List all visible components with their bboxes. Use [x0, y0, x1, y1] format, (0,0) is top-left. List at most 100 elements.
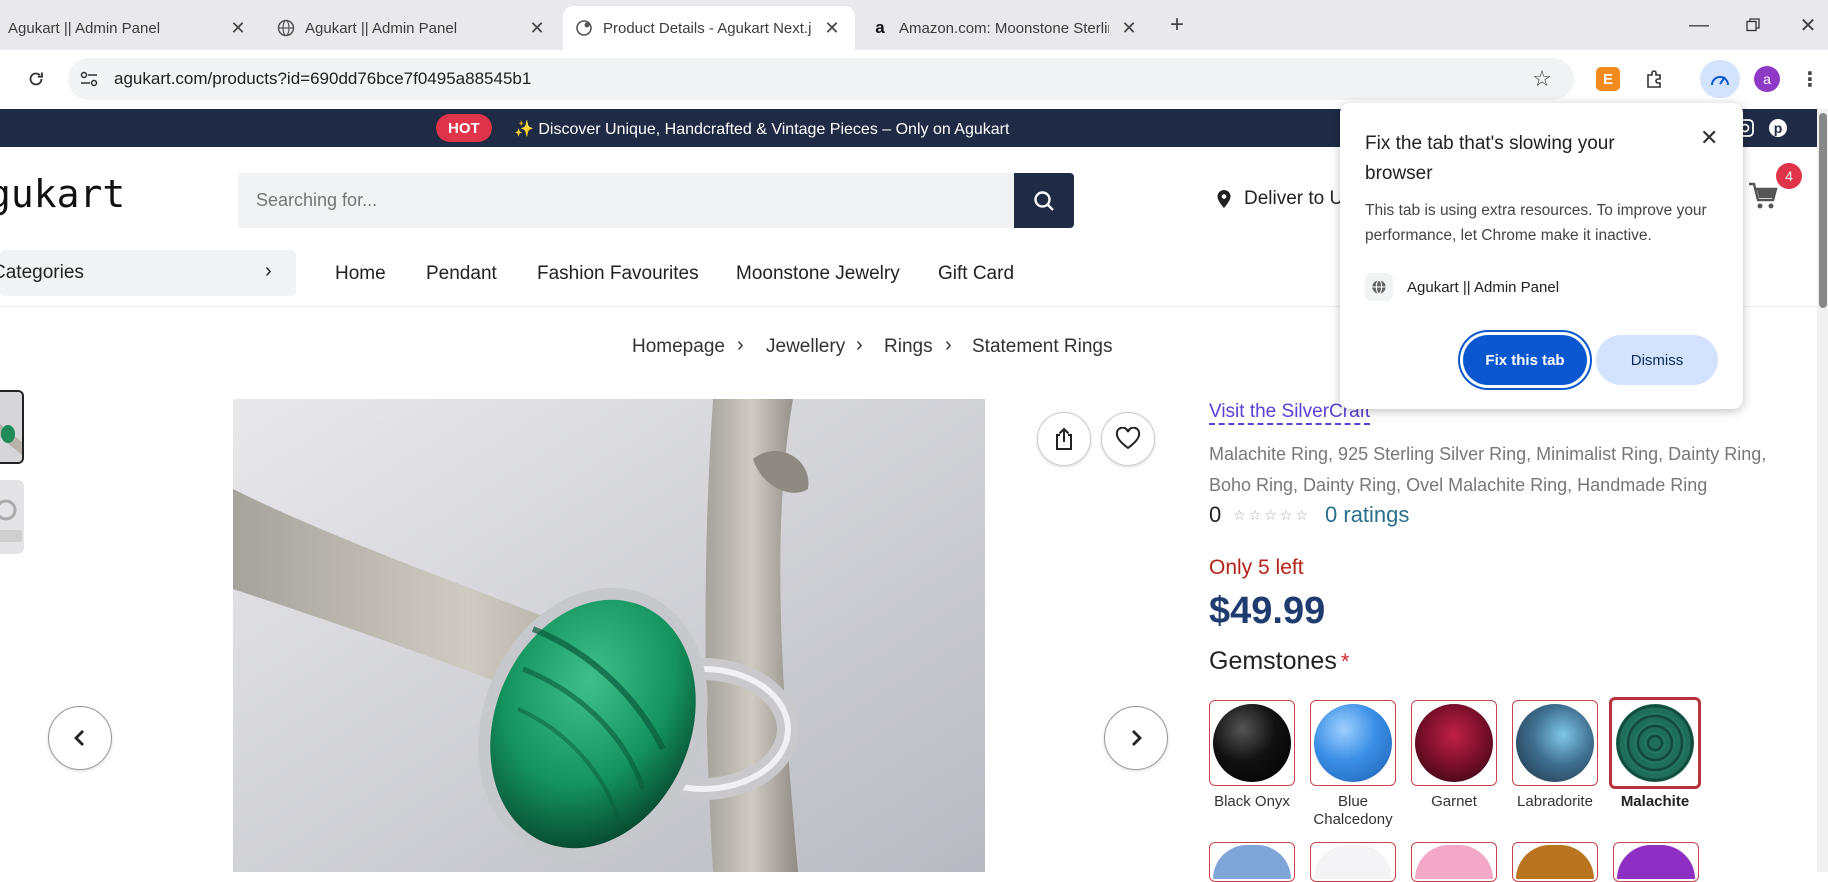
popup-title: Fix the tab that's slowing your browser: [1365, 133, 1615, 184]
gemstone-swatch: [1213, 845, 1291, 879]
close-icon[interactable]: ✕: [228, 18, 248, 39]
site-logo[interactable]: gukart: [0, 172, 125, 216]
share-button[interactable]: [1037, 412, 1091, 466]
gemstone-option-row2-1[interactable]: [1209, 842, 1295, 882]
close-icon[interactable]: ✕: [527, 18, 547, 39]
nav-item-home[interactable]: Home: [335, 263, 386, 285]
address-bar[interactable]: agukart.com/products?id=690dd76bce7f0495…: [68, 58, 1574, 100]
chevron-right-icon: ›: [265, 260, 272, 282]
search-field[interactable]: [238, 173, 1014, 228]
chrome-menu-icon[interactable]: ⋮: [1800, 66, 1820, 92]
performance-speedometer-icon[interactable]: [1700, 60, 1740, 98]
minimize-icon[interactable]: —: [1686, 12, 1712, 38]
bookmark-star-icon[interactable]: ☆: [1530, 66, 1554, 91]
breadcrumb-homepage[interactable]: Homepage: [632, 336, 725, 358]
restore-icon[interactable]: [1740, 12, 1766, 38]
promo-text[interactable]: ✨ Discover Unique, Handcrafted & Vintage…: [514, 119, 1009, 139]
gemstone-option-garnet[interactable]: [1411, 700, 1497, 786]
garnet-swatch: [1415, 704, 1493, 782]
hot-badge: HOT: [436, 114, 492, 142]
blue-chalcedony-swatch: [1314, 704, 1392, 782]
gemstones-label: Gemstones: [1209, 647, 1337, 675]
breadcrumb-statement-rings: Statement Rings: [972, 336, 1113, 357]
gemstone-option-row2-2[interactable]: [1310, 842, 1396, 882]
close-icon[interactable]: ✕: [822, 18, 842, 39]
gallery-thumbnail-1[interactable]: [0, 390, 24, 464]
dismiss-button[interactable]: Dismiss: [1596, 335, 1718, 385]
heart-icon: [1115, 427, 1141, 450]
browser-tab-strip: Agukart || Admin Panel ✕ Agukart || Admi…: [0, 0, 1828, 50]
gemstone-swatch: [1516, 845, 1594, 879]
chevron-left-icon: [74, 730, 84, 746]
profile-avatar[interactable]: a: [1754, 66, 1780, 92]
browser-tab-active[interactable]: Product Details - Agukart Next.js ✕: [563, 6, 855, 50]
ratings-count-link[interactable]: 0 ratings: [1325, 502, 1409, 528]
close-icon[interactable]: ✕: [1700, 125, 1718, 151]
gemstone-option-black-onyx[interactable]: [1209, 700, 1295, 786]
main-product-image[interactable]: [233, 399, 985, 872]
gemstone-option-labradorite[interactable]: [1512, 700, 1598, 786]
malachite-swatch: [1616, 704, 1694, 782]
profile-initial: a: [1763, 71, 1771, 87]
deliver-to-button[interactable]: Deliver to U: [1216, 188, 1343, 210]
performance-popup: Fix the tab that's slowing your browser …: [1340, 103, 1743, 409]
product-title: Malachite Ring, 925 Sterling Silver Ring…: [1209, 444, 1767, 495]
gemstone-swatch: [1617, 845, 1695, 879]
categories-dropdown[interactable]: Categories ›: [0, 250, 296, 296]
browser-tab-2[interactable]: Agukart || Admin Panel ✕: [263, 6, 563, 50]
gemstone-label-selected: Malachite: [1620, 793, 1690, 810]
next-image-button[interactable]: [1104, 706, 1168, 770]
gallery-thumbnail-2[interactable]: [0, 480, 24, 554]
gemstone-label: Labradorite: [1517, 793, 1593, 810]
window-close-icon[interactable]: ✕: [1795, 12, 1821, 38]
wishlist-button[interactable]: [1101, 412, 1155, 466]
search-button[interactable]: [1014, 173, 1074, 228]
reload-icon[interactable]: [22, 65, 50, 93]
new-tab-plus-icon[interactable]: +: [1164, 11, 1190, 38]
scrollbar-thumb[interactable]: [1819, 113, 1827, 308]
amazon-icon: a: [875, 18, 885, 37]
browser-toolbar: agukart.com/products?id=690dd76bce7f0495…: [0, 50, 1828, 109]
cart-button[interactable]: [1748, 182, 1778, 215]
gemstone-option-row2-5[interactable]: [1613, 842, 1699, 882]
fix-this-tab-button[interactable]: Fix this tab: [1463, 335, 1587, 385]
gemstone-option-row2-4[interactable]: [1512, 842, 1598, 882]
tab-title: Product Details - Agukart Next.js: [603, 19, 811, 37]
nav-item-fashion-favourites[interactable]: Fashion Favourites: [537, 263, 699, 285]
chevron-right-icon: ›: [737, 334, 744, 356]
browser-tab-4[interactable]: a Amazon.com: Moonstone Sterling ✕: [857, 6, 1153, 50]
cart-icon: [1749, 182, 1778, 209]
tab-title: Agukart || Admin Panel: [305, 19, 458, 37]
black-onyx-swatch: [1213, 704, 1291, 782]
categories-label: Categories: [0, 262, 84, 283]
extensions-puzzle-icon[interactable]: [1643, 67, 1667, 91]
share-icon: [1056, 427, 1072, 450]
gemstone-option-malachite[interactable]: [1609, 697, 1701, 789]
breadcrumb-rings[interactable]: Rings: [884, 336, 933, 358]
site-info-icon[interactable]: [78, 68, 100, 90]
previous-image-button[interactable]: [48, 706, 112, 770]
malachite-ring-photo: [233, 399, 985, 872]
breadcrumb-jewellery[interactable]: Jewellery: [766, 336, 845, 358]
chevron-right-icon: ›: [856, 334, 863, 356]
gemstone-option-row2-3[interactable]: [1411, 842, 1497, 882]
gemstone-swatch: [1415, 845, 1493, 879]
url-text: agukart.com/products?id=690dd76bce7f0495…: [114, 69, 532, 88]
search-input[interactable]: [238, 173, 1014, 228]
extension-badge-text: E: [1602, 70, 1613, 88]
extension-e-icon[interactable]: E: [1596, 67, 1620, 91]
rating-value: 0: [1209, 502, 1222, 527]
gemstone-label: Blue Chalcedony: [1313, 793, 1393, 828]
gemstone-label: Garnet: [1431, 793, 1477, 810]
pinterest-icon[interactable]: p: [1767, 117, 1789, 139]
rating-stars: ☆☆☆☆☆: [1233, 506, 1312, 523]
nav-item-gift-card[interactable]: Gift Card: [938, 263, 1014, 285]
nav-item-pendant[interactable]: Pendant: [426, 263, 497, 285]
gemstone-option-blue-chalcedony[interactable]: [1310, 700, 1396, 786]
gemstone-swatch: [1314, 845, 1392, 879]
thumbnail-image: [0, 392, 22, 462]
close-icon[interactable]: ✕: [1119, 18, 1139, 39]
nav-item-moonstone-jewelry[interactable]: Moonstone Jewelry: [736, 263, 900, 285]
chevron-right-icon: ›: [945, 334, 952, 356]
browser-tab-1[interactable]: Agukart || Admin Panel ✕: [0, 6, 262, 50]
